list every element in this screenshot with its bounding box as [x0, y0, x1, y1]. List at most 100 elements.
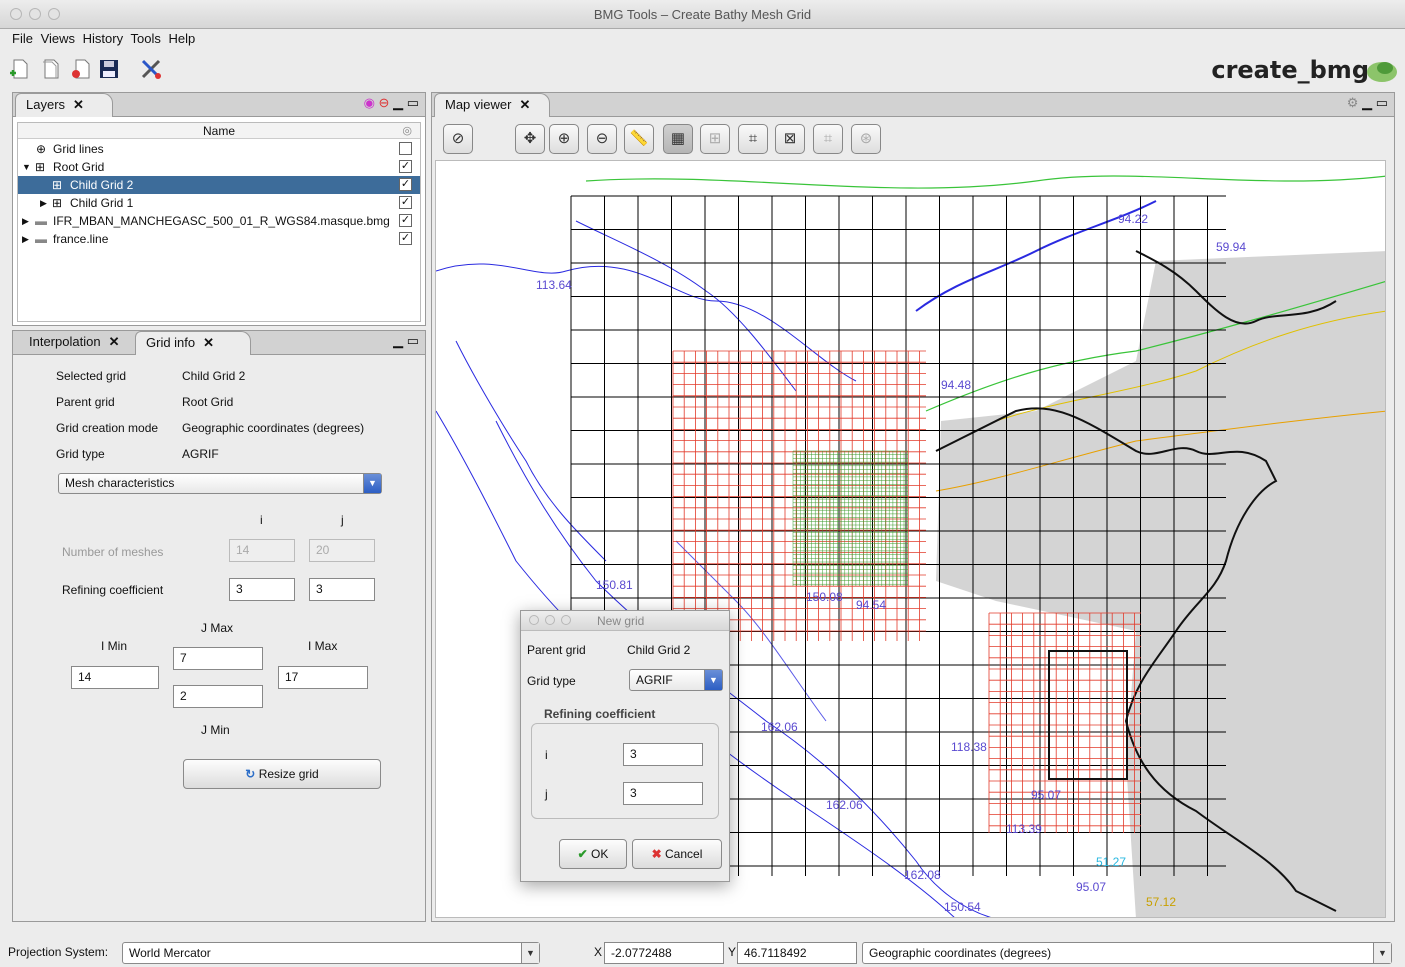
dialog-parent-grid-label: Parent grid: [527, 643, 586, 657]
layers-panel: Layers ✕ ◉ ⊖ ▁ ▭ Name ◎ ⊕ Grid lines ▼ ⊞ …: [12, 92, 426, 326]
tab-layers[interactable]: Layers ✕: [15, 93, 113, 117]
projection-select[interactable]: World Mercator ▼: [122, 942, 540, 964]
menu-views[interactable]: Views: [41, 31, 75, 46]
expand-down-icon[interactable]: ▼: [22, 158, 31, 176]
jmin-field[interactable]: 2: [173, 685, 263, 708]
column-j-label: j: [341, 513, 344, 527]
green-fine-grid: [792, 450, 908, 586]
coord-mode-select[interactable]: Geographic coordinates (degrees) ▼: [862, 942, 1392, 964]
coord-mode-value: Geographic coordinates (degrees): [869, 946, 1052, 960]
save-icon[interactable]: [98, 58, 120, 80]
dialog-titlebar: New grid: [521, 611, 729, 631]
layer-row-bmg-mask[interactable]: ▶ ▬ IFR_MBAN_MANCHEGASC_500_01_R_WGS84.m…: [18, 212, 420, 230]
zoom-window-button[interactable]: [48, 8, 60, 20]
depth-label: 113.39: [1006, 822, 1042, 836]
maximize-icon[interactable]: ▭: [407, 95, 419, 110]
layer-visibility-checkbox[interactable]: ✓: [399, 232, 412, 245]
refining-j-field[interactable]: 3: [309, 578, 375, 601]
grid-bounds-icon[interactable]: ⌗: [813, 124, 843, 154]
dialog-zoom-button[interactable]: [561, 615, 571, 625]
dialog-j-field[interactable]: 3: [623, 782, 703, 805]
projection-value: World Mercator: [129, 946, 211, 960]
expand-right-icon[interactable]: ▶: [40, 194, 47, 212]
minimize-icon[interactable]: ▁: [393, 95, 403, 110]
depth-label: 162.06: [761, 720, 798, 734]
zoom-out-icon[interactable]: ⊖: [587, 124, 617, 154]
child-grid-icon[interactable]: ⊠: [775, 124, 805, 154]
parent-grid-label: Parent grid: [56, 395, 115, 409]
layer-visibility-checkbox[interactable]: ✓: [399, 178, 412, 191]
minimize-icon[interactable]: ▁: [393, 333, 403, 348]
folder-icon: ▬: [35, 214, 47, 228]
child-grid-1: [672, 350, 926, 641]
close-icon[interactable]: ✕: [519, 97, 530, 112]
selection-rectangle[interactable]: [1048, 650, 1128, 780]
close-icon[interactable]: ✕: [73, 97, 84, 112]
layer-visibility-checkbox[interactable]: ✓: [399, 196, 412, 209]
depth-label: 162.06: [826, 798, 863, 812]
zoom-in-icon[interactable]: ⊕: [549, 124, 579, 154]
gear-icon[interactable]: ⚙: [1347, 95, 1359, 110]
jmax-field[interactable]: 7: [173, 647, 263, 670]
mesh-characteristics-select[interactable]: Mesh characteristics ▼: [58, 473, 382, 494]
close-icon[interactable]: ✕: [109, 334, 120, 349]
imax-field[interactable]: 17: [278, 666, 368, 689]
ok-button[interactable]: ✔ OK: [559, 839, 627, 869]
menu-tools[interactable]: Tools: [131, 31, 161, 46]
minimize-icon[interactable]: ▁: [1362, 95, 1372, 110]
cancel-button[interactable]: ✖ Cancel: [632, 839, 722, 869]
layer-row-root-grid[interactable]: ▼ ⊞ Root Grid ✓: [18, 158, 420, 176]
close-window-button[interactable]: [10, 8, 22, 20]
layer-row-grid-lines[interactable]: ⊕ Grid lines: [18, 140, 420, 158]
imin-field[interactable]: 14: [71, 666, 159, 689]
resize-grid-icon[interactable]: ⌗: [738, 124, 768, 154]
refine-grid-icon[interactable]: ⊛: [851, 124, 881, 154]
grid-select-icon[interactable]: ▦: [663, 124, 693, 154]
layer-visibility-checkbox[interactable]: [399, 142, 412, 155]
minimize-window-button[interactable]: [29, 8, 41, 20]
dialog-parent-grid-value: Child Grid 2: [627, 643, 691, 657]
dialog-close-button[interactable]: [529, 615, 539, 625]
x-coord-field[interactable]: -2.0772488: [604, 942, 724, 964]
tab-interpolation[interactable]: Interpolation ✕: [19, 331, 129, 355]
tab-grid-info[interactable]: Grid info ✕: [135, 331, 251, 355]
jmax-label: J Max: [201, 621, 234, 635]
color-wheel-icon[interactable]: ◉: [364, 95, 375, 110]
menu-history[interactable]: History: [83, 31, 123, 46]
tab-map-viewer[interactable]: Map viewer ✕: [434, 93, 550, 117]
dialog-i-field[interactable]: 3: [623, 743, 703, 766]
pan-icon[interactable]: ✥: [515, 124, 545, 154]
layers-column-header: Name: [18, 123, 420, 139]
close-icon[interactable]: ✕: [203, 335, 214, 350]
resize-grid-button[interactable]: ↻ Resize grid: [183, 759, 381, 789]
menu-file[interactable]: File: [12, 31, 33, 46]
layer-row-child-grid-1[interactable]: ▶ ⊞ Child Grid 1 ✓: [18, 194, 420, 212]
zoom-reset-icon[interactable]: ⊘: [443, 124, 473, 154]
depth-label: 94.48: [941, 378, 971, 392]
jmin-label: J Min: [201, 723, 230, 737]
expand-right-icon[interactable]: ▶: [22, 230, 29, 248]
maximize-icon[interactable]: ▭: [407, 333, 419, 348]
new-file-icon[interactable]: [8, 58, 30, 80]
remove-layer-icon[interactable]: ⊖: [379, 95, 390, 110]
dialog-minimize-button[interactable]: [545, 615, 555, 625]
layer-visibility-checkbox[interactable]: ✓: [399, 214, 412, 227]
selected-grid-label: Selected grid: [56, 369, 127, 383]
refining-i-field[interactable]: 3: [229, 578, 295, 601]
layer-visibility-checkbox[interactable]: ✓: [399, 160, 412, 173]
split-grid-icon[interactable]: ⊞: [700, 124, 730, 154]
maximize-icon[interactable]: ▭: [1376, 95, 1388, 110]
selected-grid-value: Child Grid 2: [182, 369, 246, 383]
map-tabbar: Map viewer ✕ ⚙ ▁ ▭: [432, 93, 1394, 117]
layer-row-france-line[interactable]: ▶ ▬ france.line ✓: [18, 230, 420, 248]
menu-help[interactable]: Help: [168, 31, 195, 46]
ruler-icon[interactable]: 📏: [624, 124, 654, 154]
dialog-grid-type-select[interactable]: AGRIF ▼: [629, 669, 723, 691]
open-file-icon[interactable]: [40, 58, 62, 80]
expand-right-icon[interactable]: ▶: [22, 212, 29, 230]
tools-icon[interactable]: [140, 58, 162, 80]
layer-row-child-grid-2[interactable]: ⊞ Child Grid 2 ✓: [18, 176, 420, 194]
close-file-icon[interactable]: [70, 58, 92, 80]
y-coord-field[interactable]: 46.7118492: [737, 942, 857, 964]
depth-label: 51.27: [1096, 855, 1126, 869]
